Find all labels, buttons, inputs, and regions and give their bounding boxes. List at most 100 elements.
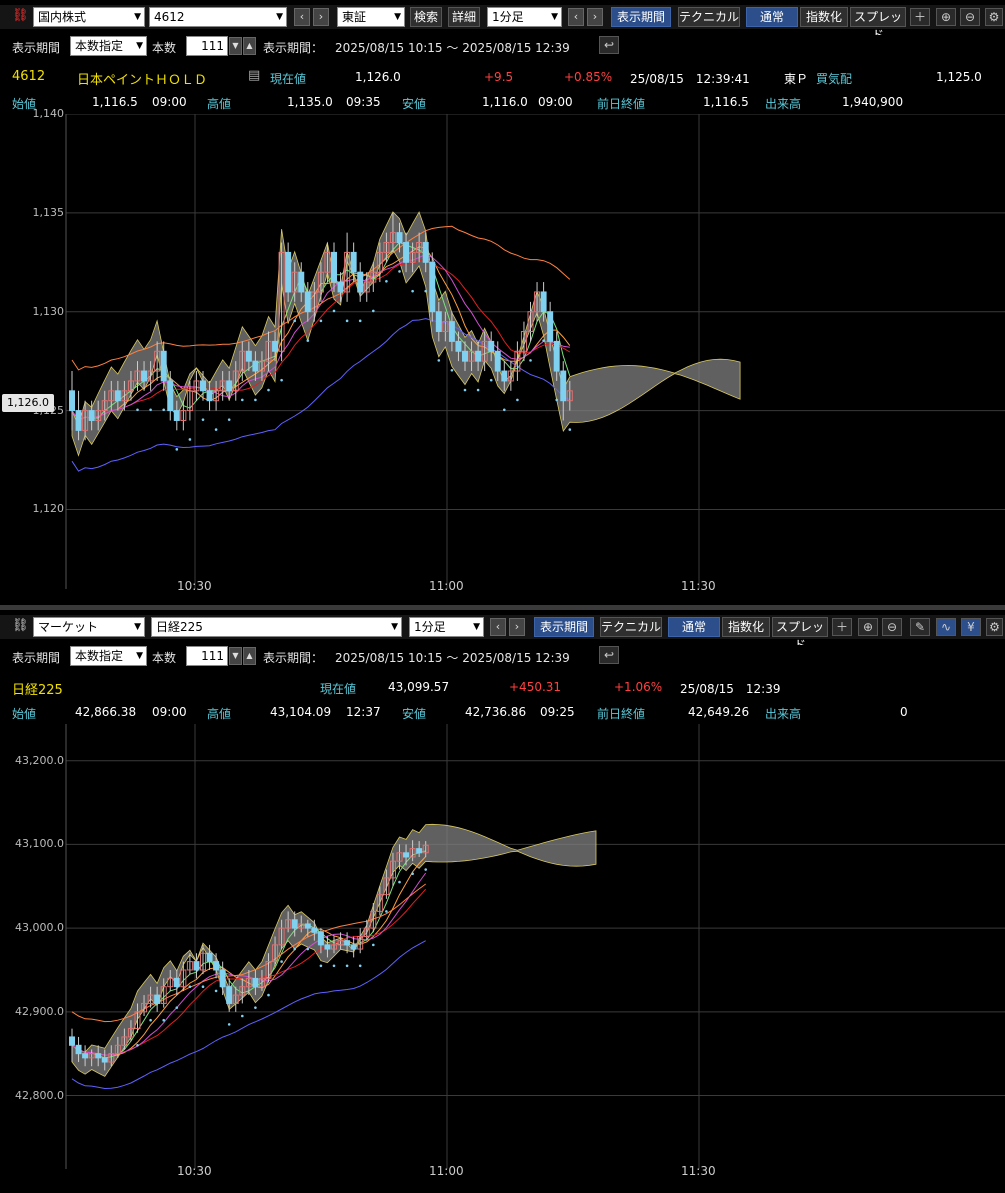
candle-body [219, 969, 226, 988]
sar-dot [398, 270, 401, 273]
candle-body [291, 919, 298, 929]
candle-body [462, 350, 468, 362]
zoom-out-icon[interactable]: ⊖ [960, 8, 980, 26]
normal-button[interactable]: 通常 [668, 617, 720, 637]
sar-dot [306, 947, 310, 951]
candle-body [252, 977, 259, 988]
count-up-button[interactable]: ▲ [243, 37, 256, 55]
zoom-in-icon[interactable]: ⊕ [936, 8, 956, 26]
interval-select[interactable]: 1分足 ▼ [409, 617, 484, 637]
range-label: 表示期間： [263, 651, 324, 665]
index-button[interactable]: 指数化 [722, 617, 770, 637]
next-interval-button[interactable]: › [509, 618, 525, 636]
candle-body [455, 340, 462, 352]
code-input[interactable]: 4612 ▼ [149, 7, 287, 27]
plus-icon[interactable]: ＋ [910, 8, 930, 26]
prev-code-button[interactable]: ‹ [294, 8, 310, 26]
candle-body [553, 340, 560, 372]
sar-dot [188, 985, 192, 989]
sar-dot [319, 319, 323, 323]
interval-select[interactable]: 1分足 ▼ [487, 7, 562, 27]
y-tick-label: 43,200.0 [15, 753, 64, 767]
index-select-value: 日経225 [156, 620, 203, 634]
high-time: 09:35 [346, 95, 381, 109]
document-icon[interactable]: ▤ [248, 68, 260, 83]
volume: 0 [900, 705, 908, 719]
technical-button[interactable]: テクニカル [600, 617, 662, 637]
candle-body [114, 390, 121, 402]
price-change-pct: +0.85% [564, 70, 613, 84]
low-price: 42,736.86 [465, 705, 527, 719]
open-time: 09:00 [152, 705, 187, 719]
x-tick-label: 10:30 [177, 1164, 212, 1178]
detail-button[interactable]: 詳細 [448, 7, 480, 27]
period-mode-select[interactable]: 本数指定 ▼ [70, 36, 147, 56]
market-select-value: 国内株式 [38, 10, 87, 24]
market-select[interactable]: 国内株式 ▼ [33, 7, 145, 27]
sar-dot [372, 309, 375, 313]
y-tick-label: 43,000.0 [15, 921, 64, 935]
sar-dot [254, 1006, 257, 1009]
prev-interval-button[interactable]: ‹ [490, 618, 506, 636]
market-select[interactable]: マーケット ▼ [33, 617, 145, 637]
stock-candle-chart[interactable] [0, 114, 1005, 604]
count-up-button[interactable]: ▲ [243, 647, 256, 665]
normal-button[interactable]: 通常 [746, 7, 798, 27]
sar-dot [489, 378, 493, 382]
link-icon[interactable]: ⛓ [12, 618, 29, 633]
candle-body [416, 848, 423, 854]
exchange-select[interactable]: 東証 ▼ [337, 7, 405, 27]
period-mode-select[interactable]: 本数指定 ▼ [70, 646, 147, 666]
open-price: 42,866.38 [75, 705, 137, 719]
y-tick-label: 43,100.0 [15, 837, 64, 851]
prev-interval-button[interactable]: ‹ [568, 8, 584, 26]
technical-button[interactable]: テクニカル [678, 7, 740, 27]
sar-dot [372, 943, 375, 947]
settings-icon[interactable]: ⚙ [985, 8, 1003, 26]
period-mode-value: 本数指定 [75, 649, 124, 663]
reset-icon[interactable]: ↩ [599, 36, 619, 54]
candle-body [95, 1053, 102, 1059]
candle-body [403, 852, 410, 858]
sar-dot [241, 1014, 244, 1018]
sar-dot [175, 1006, 179, 1009]
sar-dot [463, 388, 467, 392]
search-button[interactable]: 検索 [410, 7, 442, 27]
next-interval-button[interactable]: › [587, 8, 603, 26]
sar-dot [201, 985, 205, 989]
sar-dot [358, 964, 362, 968]
sar-dot [293, 319, 297, 323]
count-input[interactable]: 111 [186, 36, 228, 56]
reset-icon[interactable]: ↩ [599, 646, 619, 664]
high-time: 12:37 [346, 705, 381, 719]
price-change-pct: +1.06% [614, 680, 663, 694]
spread-button[interactable]: スプレッド [772, 617, 828, 652]
candle-body [422, 242, 429, 263]
pencil-icon[interactable]: ✎ [910, 618, 930, 636]
spread-button[interactable]: スプレッド [850, 7, 906, 42]
next-code-button[interactable]: › [313, 8, 329, 26]
index-select[interactable]: 日経225 ▼ [151, 617, 402, 637]
sar-dot [188, 438, 192, 441]
zoom-out-icon[interactable]: ⊖ [882, 618, 902, 636]
sar-dot [568, 428, 572, 431]
wave-icon[interactable]: ∿ [936, 618, 956, 636]
count-value: 111 [201, 649, 224, 663]
link-icon[interactable]: ⛓ [12, 8, 29, 23]
zoom-in-icon[interactable]: ⊕ [858, 618, 878, 636]
range-value: 2025/08/15 10:15 ～ 2025/08/15 12:39 [335, 651, 570, 665]
settings-icon[interactable]: ⚙ [986, 618, 1003, 636]
yen-icon[interactable]: ¥ [961, 618, 981, 636]
candle-body [488, 340, 495, 352]
plus-icon[interactable]: ＋ [832, 618, 852, 636]
index-candle-chart[interactable] [0, 724, 1005, 1192]
period-button[interactable]: 表示期間 [534, 617, 594, 637]
count-input[interactable]: 111 [186, 646, 228, 666]
high-price: 43,104.09 [270, 705, 332, 719]
stock-toolbar: ⛓ 国内株式 ▼ 4612 ▼ ‹ › 東証 ▼ 検索 詳細 1分足 ▼ ‹ › 表示期… [0, 5, 1005, 42]
index-button[interactable]: 指数化 [800, 7, 848, 27]
count-down-button[interactable]: ▼ [229, 37, 242, 55]
period-button[interactable]: 表示期間 [611, 7, 671, 27]
exchange-select-value: 東証 [342, 10, 367, 24]
count-down-button[interactable]: ▼ [229, 647, 242, 665]
